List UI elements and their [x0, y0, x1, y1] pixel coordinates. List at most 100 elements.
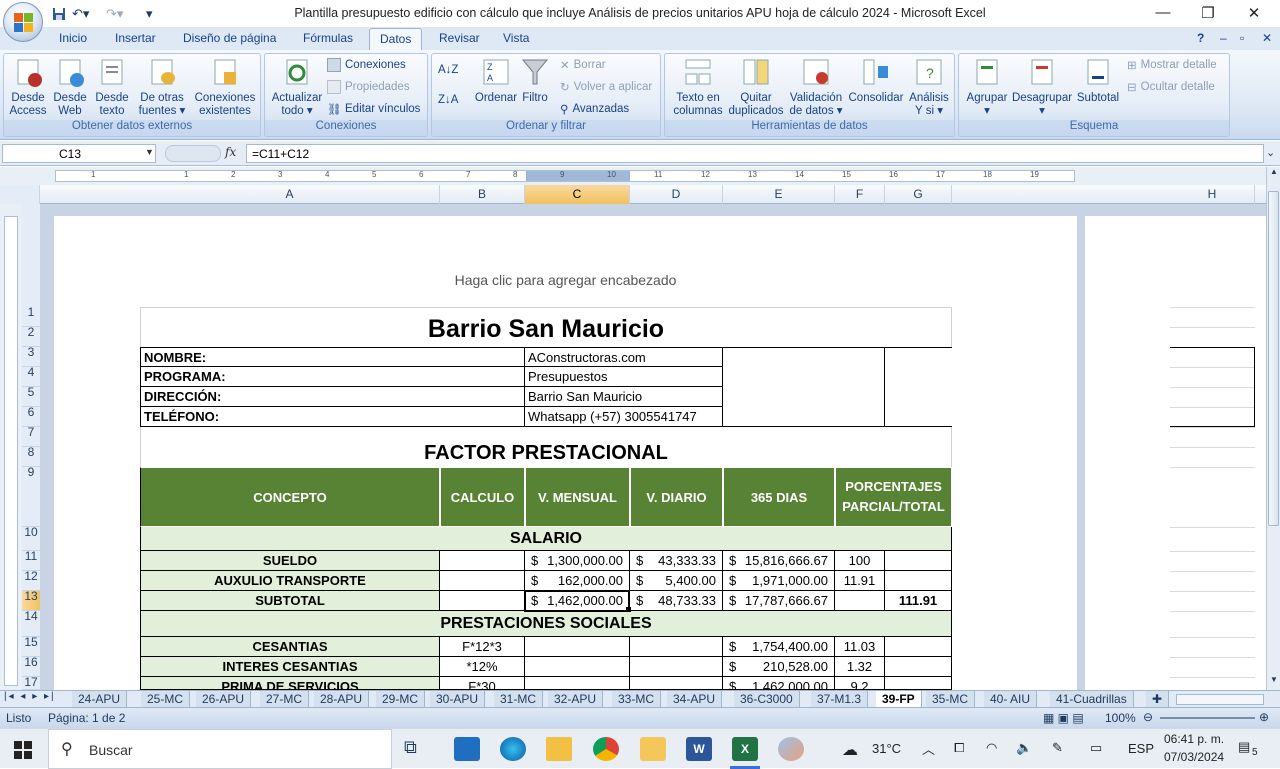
sort-button[interactable]: ZA Ordenar	[474, 56, 518, 105]
row-parcial[interactable]: 9.2	[835, 677, 885, 690]
reapply-button[interactable]: ↻ Volver a aplicar	[560, 80, 652, 94]
group-button[interactable]: Agrupar ▾	[963, 56, 1011, 118]
row-mensual[interactable]: $1,462,000.00	[525, 591, 630, 611]
sheet-tab[interactable]: 37-M1.3	[811, 691, 869, 707]
clock-date[interactable]: 07/03/2024	[1164, 750, 1224, 764]
info-label[interactable]: NOMBRE:	[140, 347, 525, 367]
show-detail-button[interactable]: ⊞ Mostrar detalle	[1127, 58, 1217, 72]
tab-diseno-pagina[interactable]: Diseño de página	[183, 31, 276, 45]
keyboard-icon[interactable]: ▭	[1090, 740, 1102, 756]
from-text-button[interactable]: Desde texto	[92, 56, 132, 118]
row-diario[interactable]: $43,333.33	[630, 551, 723, 571]
sheet-tab[interactable]: 25-MC	[141, 691, 191, 707]
row-anual[interactable]: $15,816,666.67	[723, 551, 835, 571]
properties-button[interactable]: Propiedades	[327, 80, 410, 94]
sheet-tab[interactable]: 31-MC	[494, 691, 544, 707]
table-header[interactable]: V. DIARIO	[630, 467, 723, 527]
name-box[interactable]: C13	[2, 144, 156, 163]
row-total[interactable]: 111.91	[885, 591, 952, 611]
page-header-placeholder[interactable]: Haga clic para agregar encabezado	[54, 272, 1077, 288]
section-salario[interactable]: SALARIO	[140, 527, 952, 551]
wifi-icon[interactable]: ◠	[986, 740, 997, 756]
expand-formula-icon[interactable]: ⌄	[1266, 146, 1275, 159]
hide-detail-button[interactable]: ⊟ Ocultar detalle	[1127, 80, 1215, 94]
consolidate-button[interactable]: Consolidar	[847, 56, 905, 105]
row-diario[interactable]	[630, 657, 723, 677]
info-value[interactable]: AConstructoras.com	[524, 347, 723, 367]
select-all-corner[interactable]	[0, 185, 40, 204]
windows-start-icon[interactable]	[14, 741, 32, 759]
paint-icon[interactable]	[778, 737, 804, 761]
text-to-columns-button[interactable]: Texto en columnas	[669, 56, 727, 118]
advanced-filter-button[interactable]: ⚲ Avanzadas	[560, 102, 629, 116]
meet-icon[interactable]: ⧠	[954, 740, 964, 756]
file-explorer-icon[interactable]	[546, 737, 572, 761]
sheet-tab[interactable]: 33-MC	[612, 691, 662, 707]
taskbar-search[interactable]: ⚲ Buscar	[48, 729, 392, 769]
sheet-tab[interactable]: 24-APU	[72, 691, 128, 707]
outlook-icon[interactable]	[640, 737, 666, 761]
col-header-b[interactable]: B	[440, 185, 525, 204]
zoom-out-icon[interactable]: ⊖	[1143, 710, 1153, 724]
sheet-tab[interactable]: 27-MC	[260, 691, 310, 707]
ungroup-button[interactable]: Desagrupar ▾	[1011, 56, 1073, 118]
table-header[interactable]: 365 DIAS	[723, 467, 835, 527]
row-diario[interactable]	[630, 637, 723, 657]
row-mensual[interactable]: $1,300,000.00	[525, 551, 630, 571]
row-calculo[interactable]: F*12*3	[440, 637, 525, 657]
sheet-tab[interactable]: 28-APU	[314, 691, 370, 707]
language-indicator[interactable]: ESP	[1128, 741, 1154, 756]
sheet-tab[interactable]: 26-APU	[196, 691, 252, 707]
row-concepto[interactable]: INTERES CESANTIAS	[140, 657, 440, 677]
edge-icon[interactable]	[500, 737, 526, 761]
row-concepto[interactable]: CESANTIAS	[140, 637, 440, 657]
row-mensual[interactable]	[525, 657, 630, 677]
row-anual[interactable]: $210,528.00	[723, 657, 835, 677]
info-value[interactable]: Barrio San Mauricio	[524, 387, 723, 407]
what-if-button[interactable]: ? Análisis Y si ▾	[905, 56, 953, 118]
row-parcial[interactable]: 1.32	[835, 657, 885, 677]
row-mensual[interactable]: $162,000.00	[525, 571, 630, 591]
tab-revisar[interactable]: Revisar	[439, 31, 480, 45]
name-box-dropdown-icon[interactable]: ▼	[145, 147, 154, 157]
sheet-tab[interactable]: 29-MC	[376, 691, 426, 707]
row-anual[interactable]: $1,971,000.00	[723, 571, 835, 591]
scroll-down-icon[interactable]: ▼	[1268, 675, 1280, 687]
sheet-tab[interactable]: 32-APU	[548, 691, 604, 707]
word-icon[interactable]: W	[686, 737, 712, 761]
other-sources-button[interactable]: De otras fuentes ▾	[134, 56, 190, 118]
vertical-scrollbar[interactable]: ▲ ▼	[1266, 167, 1280, 690]
weather-icon[interactable]: ☁	[842, 740, 858, 760]
row-parcial[interactable]: 11.91	[835, 571, 885, 591]
row-header-17[interactable]: 17	[22, 676, 40, 690]
notification-icon[interactable]: ▤	[1238, 739, 1250, 755]
clock-time[interactable]: 06:41 p. m.	[1164, 732, 1224, 746]
row-calculo[interactable]: *12%	[440, 657, 525, 677]
row-total[interactable]	[885, 571, 952, 591]
table-header[interactable]: V. MENSUAL	[525, 467, 630, 527]
row-concepto[interactable]: AUXULIO TRANSPORTE	[140, 571, 440, 591]
zoom-slider[interactable]	[1160, 717, 1255, 719]
row-concepto[interactable]: SUBTOTAL	[140, 591, 440, 611]
insert-sheet-icon[interactable]: ✚	[1146, 691, 1170, 707]
row-mensual[interactable]	[525, 637, 630, 657]
tab-inicio[interactable]: Inicio	[59, 31, 87, 45]
section-title[interactable]: FACTOR PRESTACIONAL	[140, 427, 952, 467]
clear-filter-button[interactable]: ✕ Borrar	[560, 58, 606, 72]
existing-connections-button[interactable]: Conexiones existentes	[192, 56, 258, 118]
row-total[interactable]	[885, 657, 952, 677]
restore-icon[interactable]: ❐	[1198, 4, 1218, 22]
remove-duplicates-button[interactable]: Quitar duplicados	[727, 56, 785, 118]
row-mensual[interactable]	[525, 677, 630, 690]
from-access-button[interactable]: Desde Access	[8, 56, 48, 118]
logo-box-right[interactable]	[884, 347, 952, 427]
row-concepto[interactable]: SUELDO	[140, 551, 440, 571]
row-parcial[interactable]: 11.03	[835, 637, 885, 657]
sheet-tab[interactable]: 41-Cuadrillas	[1050, 691, 1134, 707]
chrome-icon[interactable]	[593, 737, 619, 761]
sheet-title[interactable]: Barrio San Mauricio	[140, 307, 952, 347]
table-header[interactable]: CALCULO	[440, 467, 525, 527]
help-icon[interactable]: ?	[1197, 31, 1204, 45]
col-header-d[interactable]: D	[630, 185, 723, 204]
row-diario[interactable]: $5,400.00	[630, 571, 723, 591]
